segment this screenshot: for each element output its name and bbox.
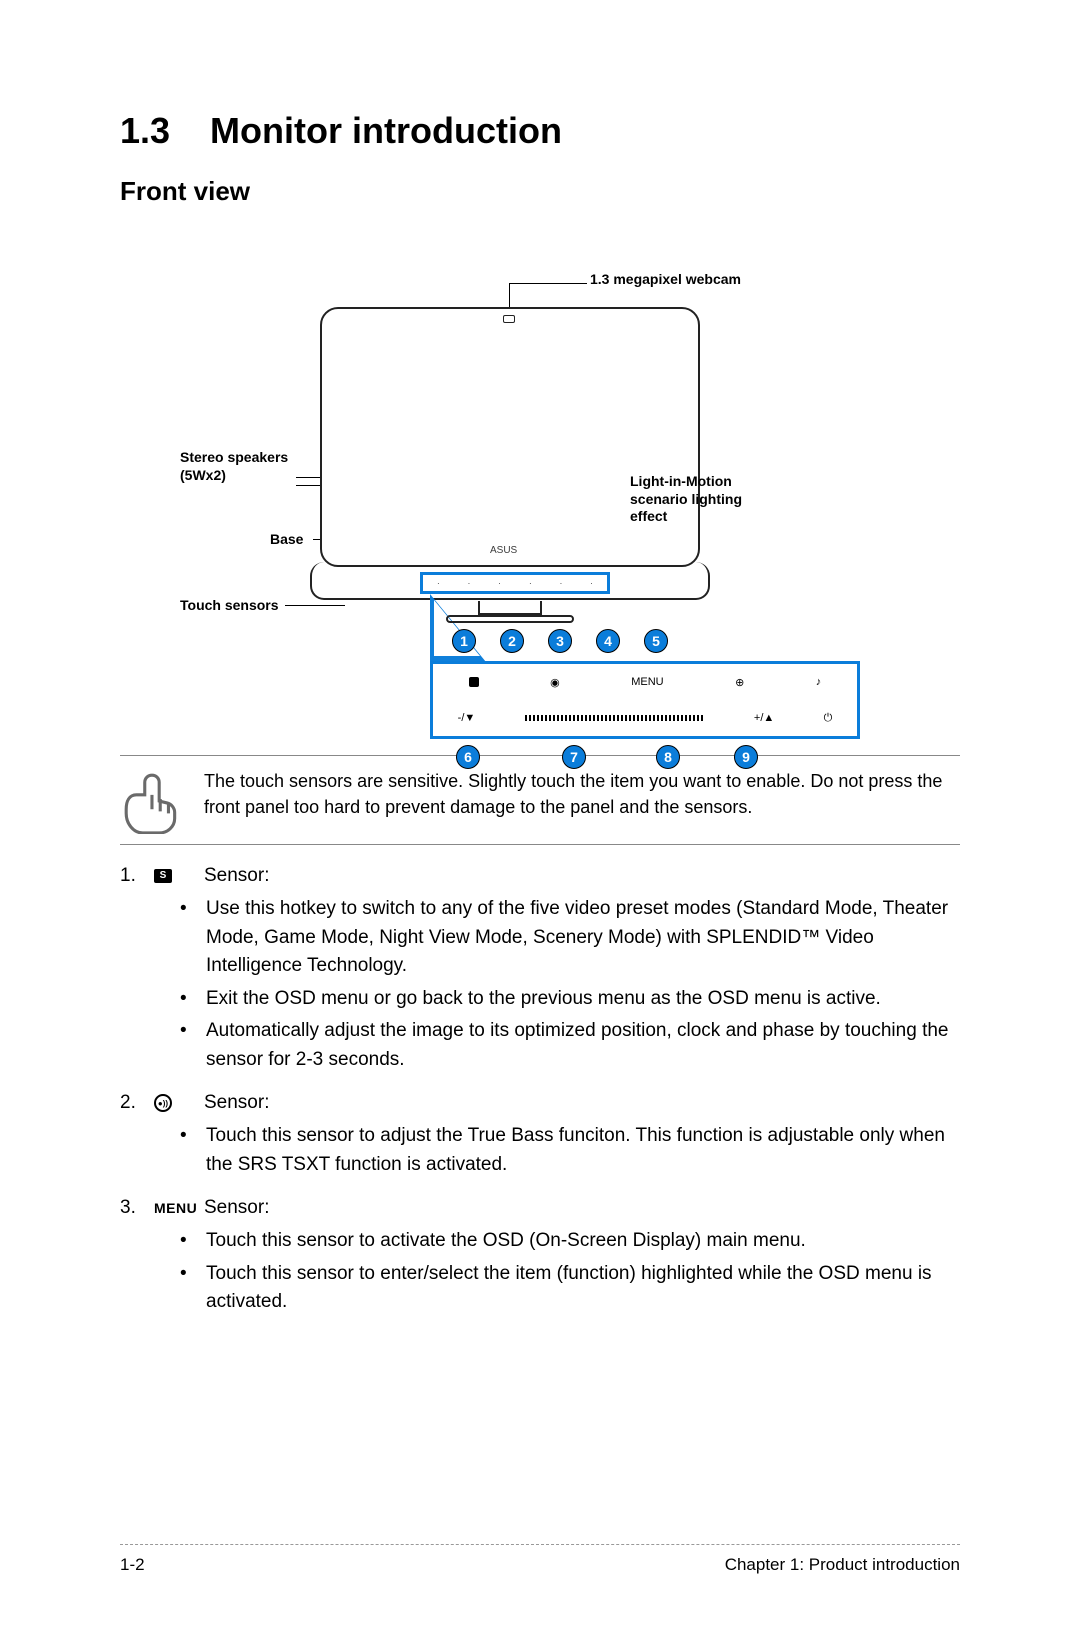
callout-light-in-motion: Light-in-Motion scenario lighting effect <box>630 473 742 526</box>
sensor-2-heading: 2. ●)) Sensor: <box>120 1092 960 1114</box>
down-sensor-icon: -/▼ <box>458 712 476 724</box>
s-icon: S <box>154 869 196 883</box>
s-sensor-icon <box>469 677 479 687</box>
bubble-4: 4 <box>596 629 620 653</box>
bubble-5: 5 <box>644 629 668 653</box>
bubble-1: 1 <box>452 629 476 653</box>
sound-sensor-icon: ♪ <box>816 676 822 688</box>
pointing-hand-icon <box>120 768 186 834</box>
callout-touch-sensors: Touch sensors <box>180 597 279 615</box>
sensor-1-number: 1. <box>120 865 146 887</box>
bubble-7: 7 <box>562 745 586 769</box>
callout-speakers-line1: Stereo speakers <box>180 449 288 465</box>
monitor-screen-icon <box>320 307 700 567</box>
list-item: Touch this sensor to activate the OSD (O… <box>206 1227 960 1256</box>
leader-line <box>509 283 587 284</box>
bubble-3: 3 <box>548 629 572 653</box>
list-item: Touch this sensor to enter/select the it… <box>206 1260 960 1317</box>
touch-sensor-zoom: ◉ MENU ⊕ ♪ -/▼ +/▲ ⏻ <box>430 661 860 739</box>
leader-line <box>285 605 345 606</box>
bubble-8: 8 <box>656 745 680 769</box>
bass-sensor-icon: ◉ <box>550 676 560 689</box>
callout-lim-line2: scenario lighting <box>630 491 742 507</box>
menu-sensor-icon: MENU <box>631 676 663 688</box>
sensor-3-bullets: Touch this sensor to activate the OSD (O… <box>206 1227 960 1317</box>
s-icon-glyph: S <box>154 869 172 883</box>
controls-bar: ······ <box>420 572 610 594</box>
sensor-1-label: Sensor: <box>204 865 269 887</box>
bubble-6: 6 <box>456 745 480 769</box>
webcam-icon <box>503 315 515 323</box>
page-footer: 1-2 Chapter 1: Product introduction <box>120 1544 960 1575</box>
note-row: The touch sensors are sensitive. Slightl… <box>120 768 960 834</box>
monitor-neck-icon <box>478 601 542 615</box>
section-number: 1.3 <box>120 110 170 152</box>
divider <box>120 755 960 756</box>
list-item: Automatically adjust the image to its op… <box>206 1017 960 1074</box>
callout-lim-line3: effect <box>630 508 667 524</box>
sensor-2-bullets: Touch this sensor to adjust the True Bas… <box>206 1122 960 1179</box>
subsection-heading: Front view <box>120 176 960 207</box>
controls-dots: ······ <box>423 575 607 591</box>
callout-base: Base <box>270 531 303 549</box>
power-sensor-icon: ⏻ <box>824 712 833 725</box>
input-sensor-icon: ⊕ <box>735 676 744 689</box>
list-item: Touch this sensor to adjust the True Bas… <box>206 1122 960 1179</box>
divider <box>120 844 960 845</box>
sensor-3-number: 3. <box>120 1197 146 1219</box>
bubble-2: 2 <box>500 629 524 653</box>
sensor-2-number: 2. <box>120 1092 146 1114</box>
monitor-base-icon <box>446 615 574 623</box>
bass-icon-glyph: ●)) <box>154 1094 172 1112</box>
sensor-2-label: Sensor: <box>204 1092 269 1114</box>
footer-chapter: Chapter 1: Product introduction <box>725 1555 960 1575</box>
sensor-3-heading: 3. MENU Sensor: <box>120 1197 960 1219</box>
sensor-list: 1. S Sensor: Use this hotkey to switch t… <box>120 865 960 1317</box>
sensor-1-heading: 1. S Sensor: <box>120 865 960 887</box>
bubble-9: 9 <box>734 745 758 769</box>
list-item: Exit the OSD menu or go back to the prev… <box>206 985 960 1014</box>
footer-page-number: 1-2 <box>120 1555 145 1575</box>
up-sensor-icon: +/▲ <box>754 712 774 724</box>
callout-speakers: Stereo speakers (5Wx2) <box>180 449 288 484</box>
menu-icon-glyph: MENU <box>154 1200 197 1216</box>
callout-lim-line1: Light-in-Motion <box>630 473 732 489</box>
sensor-3-label: Sensor: <box>204 1197 269 1219</box>
front-view-figure: ASUS ······ 1.3 megapixel webcam Stereo … <box>120 237 960 747</box>
section-heading: 1.3 Monitor introduction <box>120 110 960 152</box>
callout-bubbles-top: 1 2 3 4 5 <box>452 629 668 653</box>
callout-speakers-line2: (5Wx2) <box>180 467 226 483</box>
sensor-1-bullets: Use this hotkey to switch to any of the … <box>206 895 960 1074</box>
asus-logo: ASUS <box>490 545 517 556</box>
list-item: Use this hotkey to switch to any of the … <box>206 895 960 981</box>
callout-webcam: 1.3 megapixel webcam <box>590 271 741 289</box>
section-title-text: Monitor introduction <box>210 110 562 151</box>
bass-icon: ●)) <box>154 1094 196 1112</box>
menu-icon: MENU <box>154 1200 196 1216</box>
note-text: The touch sensors are sensitive. Slightl… <box>204 768 960 820</box>
slider-scale-icon <box>525 715 705 721</box>
